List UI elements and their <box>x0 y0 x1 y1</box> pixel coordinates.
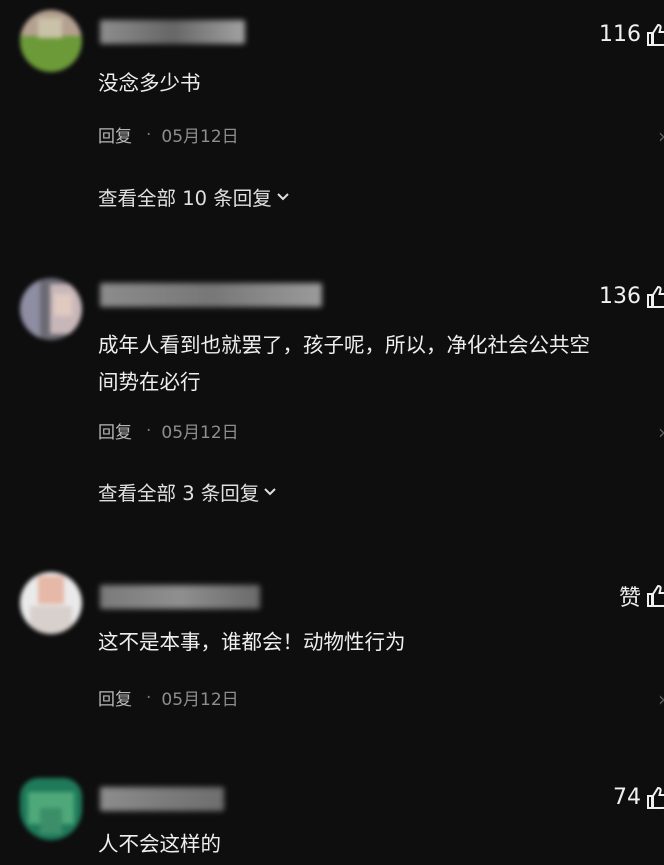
comment-meta: 回复 · 05月12日 <box>98 418 239 444</box>
comment-line: 间势在必行 <box>98 370 201 394</box>
like-count: 74 <box>613 785 641 810</box>
avatar[interactable] <box>20 572 82 634</box>
comment-date: 05月12日 <box>161 690 239 710</box>
comment-item: 136 成年人看到也就罢了，孩子呢，所以，净化社会公共空 间势在必行 回复 · … <box>0 260 664 560</box>
view-all-replies-button[interactable]: 查看全部 3 条回复 <box>98 477 277 506</box>
thumbs-up-icon <box>647 285 664 308</box>
thumbs-up-icon <box>647 23 664 46</box>
like-count: 赞 <box>618 586 641 611</box>
view-all-replies-button[interactable]: 查看全部 10 条回复 <box>98 182 290 211</box>
comment-item: 赞 这不是本事，谁都会！动物性行为 回复 · 05月12日 › <box>0 560 664 760</box>
like-button[interactable]: 赞 <box>619 580 664 612</box>
username-blurred[interactable] <box>100 585 260 609</box>
avatar[interactable] <box>20 278 82 340</box>
thumbs-up-icon <box>647 786 664 809</box>
username-blurred[interactable] <box>100 787 224 811</box>
comment-text: 没念多少书 <box>98 65 201 102</box>
comment-line: 没念多少书 <box>98 71 201 95</box>
chevron-down-icon <box>277 192 289 200</box>
like-button[interactable]: 136 <box>599 284 664 309</box>
separator-dot: · <box>146 124 152 145</box>
thumbs-up-icon <box>647 584 664 607</box>
comment-date: 05月12日 <box>161 127 239 147</box>
reply-button[interactable]: 回复 <box>98 418 132 443</box>
like-count: 116 <box>599 22 641 47</box>
more-chevron-icon[interactable]: › <box>658 687 664 711</box>
separator-dot: · <box>146 420 152 441</box>
comment-date: 05月12日 <box>161 423 239 443</box>
avatar[interactable] <box>20 10 82 72</box>
reply-button[interactable]: 回复 <box>98 685 132 710</box>
comment-line: 人不会这样的 <box>98 832 221 856</box>
comment-item: 74 人不会这样的 <box>0 760 664 865</box>
like-count: 136 <box>599 284 641 309</box>
avatar[interactable] <box>20 778 82 840</box>
view-all-label: 查看全部 3 条回复 <box>98 482 260 505</box>
more-chevron-icon[interactable]: › <box>658 420 664 444</box>
comment-meta: 回复 · 05月12日 <box>98 685 239 711</box>
reply-button[interactable]: 回复 <box>98 122 132 147</box>
comment-item: 116 没念多少书 回复 · 05月12日 › 查看全部 10 条回复 <box>0 0 664 260</box>
like-button[interactable]: 116 <box>599 22 664 47</box>
comment-text: 人不会这样的 <box>98 826 221 863</box>
comment-line: 这不是本事，谁都会！动物性行为 <box>98 630 406 654</box>
more-chevron-icon[interactable]: › <box>658 124 664 148</box>
comment-text: 这不是本事，谁都会！动物性行为 <box>98 624 406 661</box>
comment-meta: 回复 · 05月12日 <box>98 122 239 148</box>
separator-dot: · <box>146 687 152 708</box>
chevron-down-icon <box>264 487 277 495</box>
username-blurred[interactable] <box>100 283 322 307</box>
view-all-label: 查看全部 10 条回复 <box>98 187 272 210</box>
username-blurred[interactable] <box>100 20 245 44</box>
comment-text: 成年人看到也就罢了，孩子呢，所以，净化社会公共空 间势在必行 <box>98 327 590 401</box>
comment-line: 成年人看到也就罢了，孩子呢，所以，净化社会公共空 <box>98 333 590 357</box>
like-button[interactable]: 74 <box>613 785 664 810</box>
